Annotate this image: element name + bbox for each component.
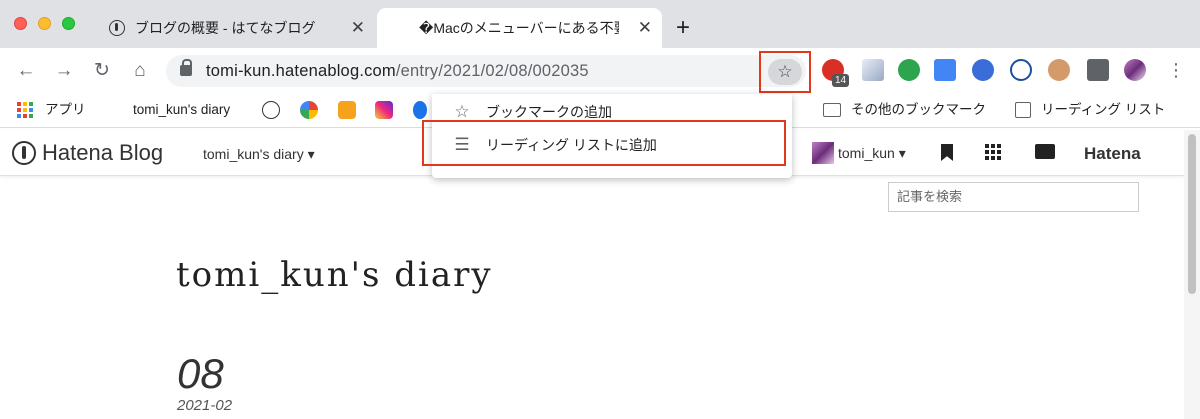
reading-list-highlight-box	[422, 120, 786, 166]
star-icon: ☆	[454, 102, 470, 121]
reading-list-button[interactable]: リーディング リスト	[1015, 101, 1165, 119]
bookmark-hatena[interactable]	[262, 101, 280, 119]
entry-date-day: 08	[177, 350, 224, 397]
hatena-bookmark-icon	[262, 101, 280, 119]
extensions-puzzle-icon[interactable]	[1087, 59, 1109, 81]
tab-title: ブログの概要 - はてなブログ	[135, 20, 316, 36]
extension-face-icon[interactable]	[1048, 59, 1070, 81]
page-scrollbar[interactable]	[1184, 130, 1200, 419]
forward-icon[interactable]: →	[51, 58, 77, 84]
bookmark-other-folder[interactable]: その他のブックマーク	[823, 101, 986, 119]
extension-translate-icon[interactable]	[934, 59, 956, 81]
new-tab-button[interactable]: +	[676, 14, 690, 42]
window-zoom-button[interactable]	[62, 17, 75, 30]
extension-doc-icon[interactable]	[862, 59, 884, 81]
folder-icon	[823, 103, 841, 117]
comment-icon[interactable]	[1035, 144, 1055, 159]
hatena-favicon-icon	[109, 20, 125, 36]
user-name: tomi_kun ▾	[838, 144, 906, 161]
window-minimize-button[interactable]	[38, 17, 51, 30]
bookmark-label: その他のブックマーク	[851, 102, 986, 117]
blog-title[interactable]: tomi_kun's diary	[176, 255, 493, 295]
bookmark-blog[interactable]: tomi_kun's diary	[133, 101, 230, 119]
bookmark-c[interactable]	[413, 101, 427, 119]
tab-title: �Macのメニューバーにある不要な	[419, 20, 619, 36]
reading-list-icon	[1015, 102, 1031, 118]
c-icon	[413, 101, 427, 119]
extension-badge: 14	[832, 74, 850, 87]
extension-y-icon[interactable]	[1010, 59, 1032, 81]
logo-text: Hatena Blog	[42, 140, 164, 165]
bookmark-google[interactable]	[300, 101, 318, 119]
tab-mac-menubar[interactable]: �Macのメニューバーにある不要な ✕	[377, 8, 662, 48]
star-highlight-box	[759, 51, 811, 93]
home-icon[interactable]: ⌂	[127, 58, 153, 84]
apps-bookmark[interactable]: アプリ	[17, 101, 86, 119]
instagram-icon	[375, 101, 393, 119]
tab-close-icon[interactable]: ✕	[638, 18, 652, 38]
bookmark-flag-icon[interactable]	[941, 144, 953, 161]
profile-avatar[interactable]	[1124, 59, 1146, 81]
bookmark-label: アプリ	[45, 102, 86, 117]
user-avatar	[812, 142, 834, 164]
tab-close-icon[interactable]: ✕	[351, 18, 365, 38]
window-close-button[interactable]	[14, 17, 27, 30]
hatena-brand[interactable]: Hatena	[1084, 144, 1141, 164]
back-icon[interactable]: ←	[13, 58, 39, 84]
lock-icon[interactable]	[180, 59, 192, 76]
scrollbar-thumb[interactable]	[1188, 134, 1196, 294]
menu-item-label: ブックマークの追加	[486, 104, 612, 120]
entry-date-year-month: 2021-02	[177, 397, 233, 414]
chrome-menu-icon[interactable]: ⋮	[1167, 58, 1185, 82]
bookmark-label: リーディング リスト	[1041, 102, 1166, 117]
apps-grid-icon	[17, 102, 33, 118]
extension-green-icon[interactable]	[898, 59, 920, 81]
w-icon	[338, 101, 356, 119]
address-bar[interactable]: tomi-kun.hatenablog.com/entry/2021/02/08…	[166, 55, 806, 87]
tab-blog-overview[interactable]: ブログの概要 - はてなブログ ✕	[97, 8, 375, 48]
user-menu[interactable]: tomi_kun ▾	[812, 142, 906, 164]
tab-strip: ブログの概要 - はてなブログ ✕ �Macのメニューバーにある不要な ✕ +	[0, 0, 1200, 48]
reload-icon[interactable]: ↻	[89, 58, 115, 84]
hatena-blog-logo[interactable]: Hatena Blog	[12, 140, 163, 166]
bookmark-label: tomi_kun's diary	[133, 102, 231, 117]
google-icon	[300, 101, 318, 119]
hatena-logo-icon	[12, 141, 36, 165]
extension-globe-icon[interactable]	[972, 59, 994, 81]
blog-name-dropdown[interactable]: tomi_kun's diary ▾	[203, 146, 315, 163]
url-text[interactable]: tomi-kun.hatenablog.com/entry/2021/02/08…	[206, 62, 589, 81]
apps-grid-icon[interactable]	[985, 144, 1001, 160]
bookmark-instagram[interactable]	[375, 101, 393, 119]
bookmark-w[interactable]	[338, 101, 356, 119]
article-search-input[interactable]: 記事を検索	[888, 182, 1139, 212]
